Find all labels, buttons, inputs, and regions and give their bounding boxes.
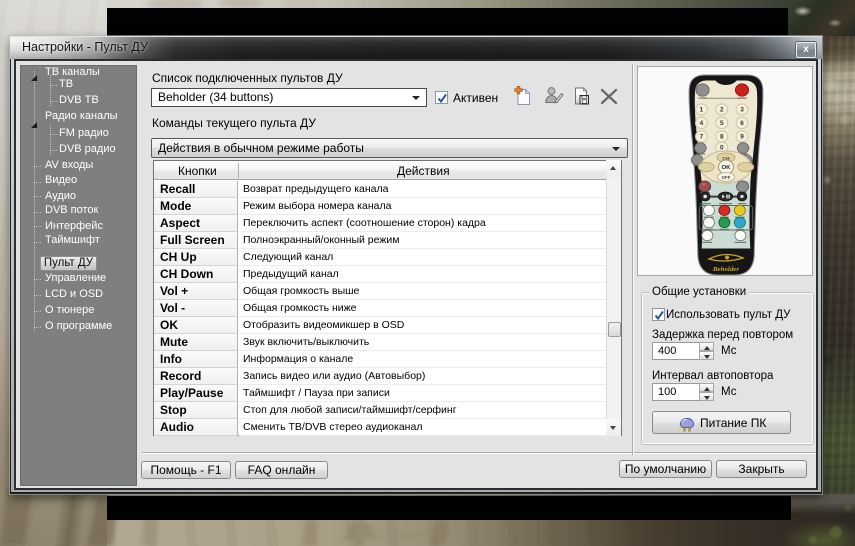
svg-text:9: 9 bbox=[740, 134, 744, 141]
svg-text:OK: OK bbox=[722, 165, 732, 171]
svg-text:3: 3 bbox=[740, 107, 744, 114]
svg-text:2: 2 bbox=[720, 107, 724, 114]
svg-text:6: 6 bbox=[740, 120, 744, 127]
svg-text:5: 5 bbox=[720, 120, 724, 127]
svg-text:1: 1 bbox=[700, 107, 704, 114]
svg-text:8: 8 bbox=[720, 134, 724, 141]
svg-text:Beholder: Beholder bbox=[712, 266, 740, 273]
svg-text:0: 0 bbox=[720, 145, 724, 152]
svg-text:4: 4 bbox=[700, 120, 704, 127]
svg-text:OFF: OFF bbox=[722, 175, 731, 180]
svg-text:7: 7 bbox=[700, 134, 704, 141]
